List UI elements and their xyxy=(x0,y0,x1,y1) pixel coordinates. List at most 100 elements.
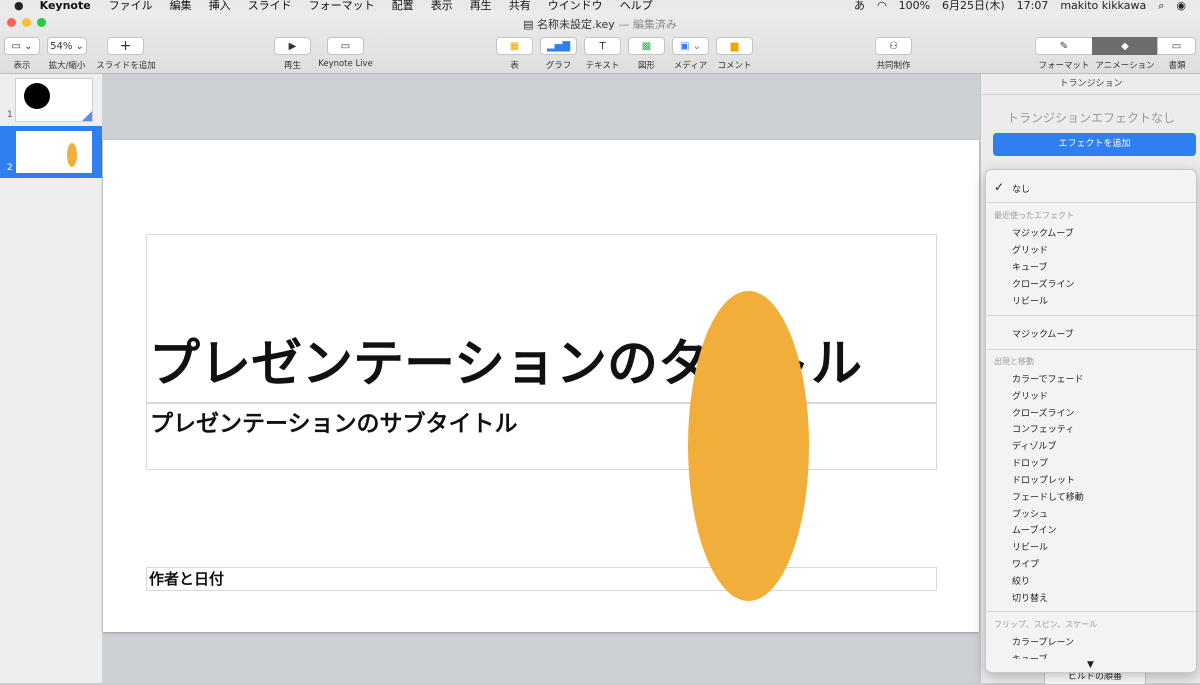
format-label: フォーマット xyxy=(1038,61,1090,71)
zoom-value: 54% xyxy=(50,40,73,52)
document-tab-button[interactable]: ▭ xyxy=(1157,37,1196,55)
table-label: 表 xyxy=(510,61,519,71)
menu-item[interactable]: リビール xyxy=(1012,294,1048,307)
menu-header-recent: 最近使ったエフェクト xyxy=(994,211,1074,220)
menu-slide[interactable]: スライド xyxy=(248,0,292,11)
chart-button[interactable]: ▂▅▇ xyxy=(540,37,577,55)
thumbnail-orange-oval xyxy=(67,143,77,167)
menu-app-name[interactable]: Keynote xyxy=(40,0,91,11)
menu-item[interactable]: ムーブイン xyxy=(1012,523,1056,536)
menu-item-magic-move[interactable]: マジックムーブ xyxy=(1012,327,1074,340)
document-icon: ▤ xyxy=(523,18,538,31)
menu-header-flip: フリップ、スピン、スケール xyxy=(994,620,1098,629)
menu-item[interactable]: ワイプ xyxy=(1012,557,1039,570)
menu-arrange[interactable]: 配置 xyxy=(392,0,414,11)
play-icon: ▶ xyxy=(288,40,297,52)
status-date[interactable]: 6月25日(木) xyxy=(942,0,1005,11)
media-button[interactable]: ▣ ⌄ xyxy=(672,37,709,55)
slide[interactable]: プレゼンテーションのタイトル プレゼンテーションのサブタイトル 作者と日付 xyxy=(103,140,979,632)
menu-item[interactable]: キューブ xyxy=(1012,260,1047,273)
orange-oval-shape[interactable] xyxy=(688,291,809,601)
shape-button[interactable]: ▩ xyxy=(628,37,665,55)
table-button[interactable]: ▦ xyxy=(496,37,533,55)
keynote-live-button[interactable]: ▭ xyxy=(327,37,364,55)
menu-item[interactable]: ディゾルブ xyxy=(1012,439,1056,452)
menu-item[interactable]: カラーでフェード xyxy=(1012,372,1083,385)
menu-format[interactable]: フォーマット xyxy=(309,0,375,11)
collaborate-button[interactable]: ⚇ xyxy=(875,37,912,55)
zoom-label: 拡大/縮小 xyxy=(48,61,86,71)
document-panel-icon: ▭ xyxy=(1171,40,1182,52)
checkmark-icon: ✓ xyxy=(994,180,1005,194)
status-input-icon[interactable]: あ xyxy=(854,0,865,11)
menu-separator xyxy=(986,349,1196,350)
text-icon: T xyxy=(599,40,606,52)
window-toolbar: ▤ 名称未設定.key — 編集済み ▭ ⌄ 表示 54% ⌄ 拡大/縮小 + … xyxy=(0,11,1200,74)
text-button[interactable]: T xyxy=(584,37,621,55)
battery-percent[interactable]: 100% xyxy=(899,0,930,11)
menu-window[interactable]: ウインドウ xyxy=(548,0,603,11)
shape-icon: ▩ xyxy=(641,40,652,52)
menu-help[interactable]: ヘルプ xyxy=(620,0,653,11)
slide-author-date: 作者と日付 xyxy=(149,570,225,588)
status-time[interactable]: 17:07 xyxy=(1017,0,1049,11)
menu-item[interactable]: フェードして移動 xyxy=(1012,490,1084,503)
format-tab-button[interactable]: ✎ xyxy=(1035,37,1093,55)
menu-item[interactable]: リビール xyxy=(1012,540,1048,553)
menu-edit[interactable]: 編集 xyxy=(170,0,192,11)
menu-item[interactable]: マジックムーブ xyxy=(1012,226,1074,239)
tab-transition[interactable]: トランジション xyxy=(981,74,1200,95)
slide-thumbnail-1[interactable] xyxy=(15,78,93,122)
zoom-dropdown[interactable]: 54% ⌄ xyxy=(47,37,87,55)
menu-item[interactable]: グリッド xyxy=(1012,389,1048,402)
no-effect-text: トランジションエフェクトなし xyxy=(1006,111,1175,125)
view-label: 表示 xyxy=(13,61,31,71)
subtitle-textbox[interactable]: プレゼンテーションのサブタイトル xyxy=(146,402,937,470)
menu-item[interactable]: ドロップ xyxy=(1012,456,1048,469)
menu-item[interactable]: プッシュ xyxy=(1012,507,1048,520)
menu-share[interactable]: 共有 xyxy=(509,0,531,11)
menu-item[interactable]: コンフェッティ xyxy=(1012,422,1074,435)
menu-view[interactable]: 表示 xyxy=(431,0,453,11)
add-slide-button[interactable]: + xyxy=(107,37,144,55)
siri-icon[interactable]: ◉ xyxy=(1176,0,1186,11)
media-label: メディア xyxy=(673,61,708,71)
play-button[interactable]: ▶ xyxy=(274,37,311,55)
menu-item[interactable]: クローズライン xyxy=(1012,277,1075,290)
menu-item[interactable]: キューブ xyxy=(1012,652,1047,659)
status-user[interactable]: makito kikkawa xyxy=(1060,0,1146,11)
view-button[interactable]: ▭ ⌄ xyxy=(4,37,40,55)
spotlight-icon[interactable]: ⌕ xyxy=(1158,0,1164,11)
menu-item[interactable]: 切り替え xyxy=(1012,591,1048,604)
comment-label: コメント xyxy=(717,61,752,71)
menu-file[interactable]: ファイル xyxy=(109,0,153,11)
title-textbox[interactable]: プレゼンテーションのタイトル xyxy=(146,234,937,404)
keynote-live-label: Keynote Live xyxy=(318,59,373,69)
comment-button[interactable]: ▆ xyxy=(716,37,753,55)
animate-label: アニメーション xyxy=(1095,61,1155,71)
menu-item[interactable]: クローズライン xyxy=(1012,406,1075,419)
menu-item[interactable]: グリッド xyxy=(1012,243,1048,256)
wifi-icon[interactable]: ◠ xyxy=(877,0,887,11)
menu-item-none[interactable]: なし xyxy=(1012,182,1030,195)
animate-tab-button[interactable]: ◆ xyxy=(1092,37,1158,55)
menu-play[interactable]: 再生 xyxy=(470,0,492,11)
scroll-down-arrow-icon[interactable]: ▼ xyxy=(1087,660,1094,670)
menu-header-appear: 出現と移動 xyxy=(994,357,1034,366)
play-label: 再生 xyxy=(283,61,301,71)
add-slide-label: スライドを追加 xyxy=(96,61,156,71)
image-icon: ▣ ⌄ xyxy=(679,40,701,52)
document-edited-status: — 編集済み xyxy=(618,18,677,31)
menu-item[interactable]: カラープレーン xyxy=(1012,635,1074,648)
apple-icon[interactable]: ● xyxy=(14,0,24,11)
menu-item[interactable]: ドロップレット xyxy=(1012,473,1075,486)
status-area: あ ◠ 100% 6月25日(木) 17:07 makito kikkawa ⌕… xyxy=(842,0,1200,11)
menu-insert[interactable]: 挿入 xyxy=(209,0,231,11)
add-effect-button[interactable]: エフェクトを追加 xyxy=(993,133,1196,156)
author-textbox[interactable]: 作者と日付 xyxy=(146,567,937,591)
menu-separator xyxy=(986,202,1196,203)
menu-item[interactable]: 絞り xyxy=(1012,574,1030,587)
slide-thumbnail-2[interactable] xyxy=(15,130,93,174)
animate-diamond-icon: ◆ xyxy=(1121,40,1129,52)
menu-separator xyxy=(986,611,1196,612)
